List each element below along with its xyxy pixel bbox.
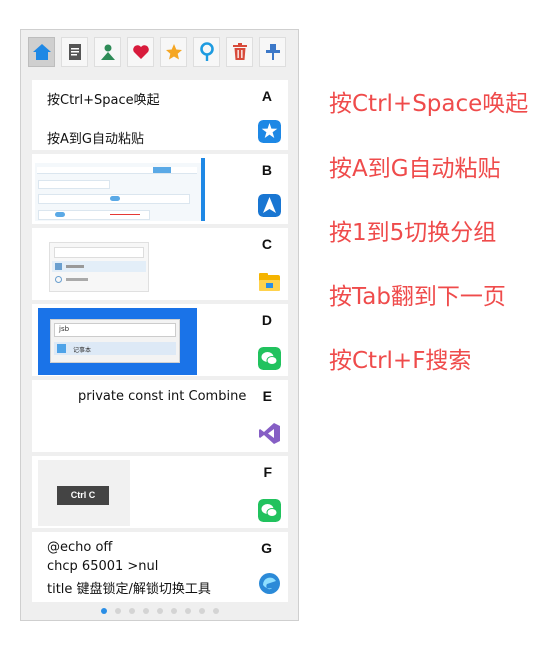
shortcut-key-label: F bbox=[263, 464, 272, 480]
hint-text: 按Ctrl+Space唤起 bbox=[329, 91, 529, 117]
person-icon bbox=[100, 44, 115, 60]
shortcut-key-label: C bbox=[261, 236, 272, 252]
clip-card-f[interactable]: Ctrl C F bbox=[32, 456, 288, 528]
tab-heart[interactable] bbox=[127, 37, 154, 67]
clip-text-line: title 键盘锁定/解锁切换工具 bbox=[47, 582, 211, 597]
clip-text-line: private const int Combine bbox=[78, 389, 247, 404]
clip-card-b[interactable]: B bbox=[32, 154, 288, 224]
thumb-result-text: 记事本 bbox=[73, 347, 92, 354]
page-dot-8[interactable] bbox=[199, 608, 205, 614]
document-icon bbox=[68, 44, 81, 60]
visual-studio-icon bbox=[259, 423, 280, 444]
page-dot-9[interactable] bbox=[213, 608, 219, 614]
page-dot-5[interactable] bbox=[157, 608, 163, 614]
notepad-search-thumbnail: jsb 记事本 bbox=[38, 308, 197, 375]
group-toolbar bbox=[28, 37, 290, 69]
navigation-app-icon bbox=[258, 194, 281, 217]
page-dot-7[interactable] bbox=[185, 608, 191, 614]
shortcut-key-label: D bbox=[261, 312, 272, 328]
hint-text: 按Tab翻到下一页 bbox=[329, 284, 506, 310]
wechat-icon bbox=[258, 347, 281, 370]
trash-icon bbox=[232, 43, 247, 60]
tab-pin[interactable] bbox=[193, 37, 220, 67]
settings-screenshot-thumbnail bbox=[35, 158, 205, 221]
page-dot-6[interactable] bbox=[171, 608, 177, 614]
pushpin-icon bbox=[265, 44, 280, 60]
star-icon bbox=[165, 44, 182, 60]
clip-card-d[interactable]: jsb 记事本 D bbox=[32, 304, 288, 376]
shortcut-key-label: B bbox=[261, 162, 272, 178]
clip-card-c[interactable]: C bbox=[32, 228, 288, 300]
edge-icon bbox=[259, 573, 280, 594]
tab-person[interactable] bbox=[94, 37, 121, 67]
shortcut-key-label: A bbox=[261, 88, 272, 104]
page-dot-1[interactable] bbox=[101, 608, 107, 614]
tab-trash[interactable] bbox=[226, 37, 253, 67]
ctrl-c-thumbnail: Ctrl C bbox=[38, 460, 130, 526]
tab-document[interactable] bbox=[61, 37, 88, 67]
heart-icon bbox=[132, 45, 149, 59]
hint-text: 按1到5切换分组 bbox=[329, 220, 497, 246]
home-icon bbox=[32, 44, 51, 60]
page-dot-2[interactable] bbox=[115, 608, 121, 614]
hint-text: 按Ctrl+F搜索 bbox=[329, 348, 472, 374]
clip-text-line: 按Ctrl+Space唤起 bbox=[47, 93, 160, 108]
wechat-icon bbox=[258, 499, 281, 522]
tab-star[interactable] bbox=[160, 37, 187, 67]
clip-text-line: 按A到G自动粘贴 bbox=[47, 132, 144, 147]
thumb-key-text: Ctrl C bbox=[57, 486, 109, 505]
clip-card-g[interactable]: @echo off chcp 65001 >nul title 键盘锁定/解锁切… bbox=[32, 532, 288, 602]
shortcut-key-label: E bbox=[262, 388, 272, 404]
star-chat-app-icon bbox=[258, 120, 281, 143]
clip-card-a[interactable]: 按Ctrl+Space唤起 按A到G自动粘贴 A bbox=[32, 80, 288, 150]
hint-text: 按A到G自动粘贴 bbox=[329, 156, 501, 182]
clip-card-e[interactable]: private const int Combine E bbox=[32, 380, 288, 452]
tab-pushpin[interactable] bbox=[259, 37, 286, 67]
thumb-search-text: jsb bbox=[59, 325, 70, 333]
clip-text-line: @echo off bbox=[47, 540, 113, 555]
map-pin-icon bbox=[199, 42, 214, 61]
clipboard-panel: 按Ctrl+Space唤起 按A到G自动粘贴 A B C jsb 记事本 D p… bbox=[20, 29, 299, 621]
page-dot-4[interactable] bbox=[143, 608, 149, 614]
clip-text-line: chcp 65001 >nul bbox=[47, 559, 159, 574]
file-explorer-icon bbox=[259, 273, 280, 291]
search-popup-thumbnail bbox=[49, 242, 149, 292]
shortcut-key-label: G bbox=[261, 540, 272, 556]
tab-home[interactable] bbox=[28, 37, 55, 67]
page-dot-3[interactable] bbox=[129, 608, 135, 614]
